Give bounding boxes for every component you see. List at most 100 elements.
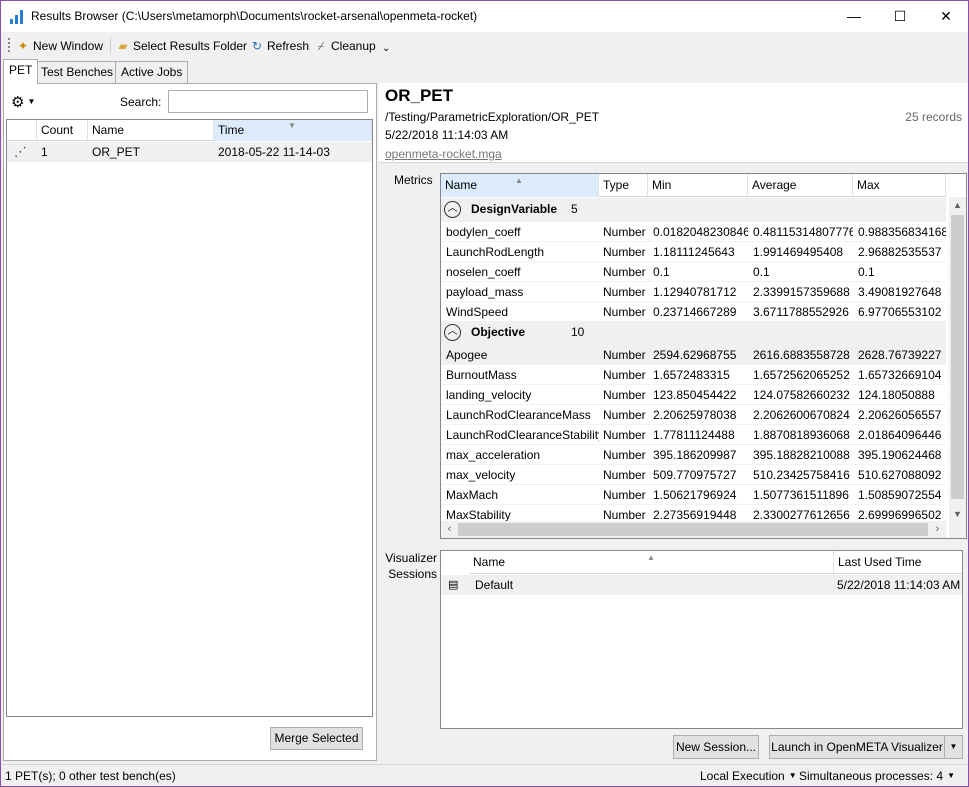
simultaneous-processes-dropdown[interactable]: Simultaneous processes: 4 ▼ — [799, 769, 955, 783]
column-header-time[interactable]: ▼ Time — [214, 120, 372, 141]
scroll-left-icon[interactable]: ‹ — [441, 521, 458, 538]
cell-max: 6.97706553102 — [858, 305, 942, 319]
table-row[interactable]: LaunchRodClearanceStability Number 1.778… — [441, 425, 946, 445]
toolbar-grip[interactable] — [8, 38, 11, 52]
sort-ascending-icon: ▲ — [647, 553, 655, 562]
table-row[interactable]: MaxMach Number 1.50621796924 1.507736151… — [441, 485, 946, 505]
chevron-down-icon: ▼ — [949, 742, 958, 751]
cell-min: 0.0182048230846 — [653, 225, 748, 239]
maximize-button[interactable]: ☐ — [877, 1, 923, 32]
search-label: Search: — [120, 95, 162, 109]
execution-mode-dropdown[interactable]: Local Execution ▼ — [700, 769, 797, 783]
group-header-design-variable[interactable]: ︿ DesignVariable 5 — [441, 198, 946, 222]
cell-type: Number — [603, 225, 646, 239]
tab-pet[interactable]: PET — [3, 59, 39, 84]
cell-average: 395.18828210088 — [753, 448, 850, 462]
tab-active-jobs[interactable]: Active Jobs — [115, 61, 189, 83]
cell-name: LaunchRodLength — [446, 245, 545, 259]
collapse-icon[interactable]: ︿ — [444, 201, 461, 218]
column-header-last-used[interactable]: Last Used Time — [834, 551, 962, 574]
table-row[interactable]: ▤ Default 5/22/2018 11:14:03 AM — [441, 575, 962, 595]
scroll-up-icon[interactable]: ▲ — [949, 197, 966, 214]
column-header-average[interactable]: Average — [748, 174, 853, 197]
search-input[interactable] — [168, 90, 368, 113]
cell-average: 0.48115314807776 — [753, 225, 853, 239]
new-window-icon: ✦ — [17, 39, 29, 53]
table-row[interactable]: noselen_coeff Number 0.1 0.1 0.1 — [441, 262, 946, 282]
visualizer-sessions-label: Visualizer Sessions — [382, 550, 437, 582]
cell-name: max_velocity — [446, 468, 516, 482]
table-row[interactable]: bodylen_coeff Number 0.0182048230846 0.4… — [441, 222, 946, 242]
chevron-down-icon: ▼ — [27, 97, 36, 106]
status-bar: 1 PET(s); 0 other test bench(es) Local E… — [1, 764, 968, 786]
table-row[interactable]: BurnoutMass Number 1.6572483315 1.657256… — [441, 365, 946, 385]
scrollbar-corner — [949, 521, 966, 538]
cell-min: 1.77811124488 — [653, 428, 735, 442]
toolbar-overflow-button[interactable]: ⌄ — [382, 39, 390, 59]
tab-test-benches[interactable]: Test Benches — [35, 61, 120, 83]
horizontal-scrollbar[interactable]: ‹ › — [441, 521, 946, 538]
new-session-button[interactable]: New Session... — [673, 735, 759, 759]
table-row[interactable]: landing_velocity Number 123.850454422 12… — [441, 385, 946, 405]
chevron-down-icon: ▼ — [947, 771, 955, 780]
vertical-scrollbar[interactable]: ▲ ▼ — [949, 197, 966, 523]
cell-average: 3.6711788552926 — [753, 305, 849, 319]
cell-average: 2616.6883558728 — [753, 348, 850, 362]
column-header-session-name[interactable]: ▲ Name — [469, 551, 834, 574]
column-header-min[interactable]: Min — [648, 174, 748, 197]
table-row[interactable]: max_velocity Number 509.770975727 510.23… — [441, 465, 946, 485]
cleanup-button[interactable]: ⌿ Cleanup — [313, 36, 375, 56]
project-file-link[interactable]: openmeta-rocket.mga — [385, 147, 502, 161]
pet-detail-pane: OR_PET /Testing/ParametricExploration/OR… — [379, 83, 968, 761]
pet-path: /Testing/ParametricExploration/OR_PET — [385, 110, 600, 124]
collapse-icon[interactable]: ︿ — [444, 324, 461, 341]
cell-name: payload_mass — [446, 285, 524, 299]
minimize-button[interactable]: — — [831, 1, 877, 32]
cell-max: 2.96882535537 — [858, 245, 942, 259]
metrics-label: Metrics — [394, 173, 433, 187]
pet-title: OR_PET — [385, 86, 454, 105]
settings-menu-button[interactable]: ⚙ ▼ — [11, 93, 35, 111]
scroll-right-icon[interactable]: › — [929, 521, 946, 538]
new-window-label: New Window — [33, 39, 104, 53]
column-header-metric-name[interactable]: ▲ Name — [441, 174, 599, 197]
column-header-name[interactable]: Name — [88, 120, 214, 141]
refresh-button[interactable]: ↻ Refresh — [249, 36, 309, 56]
table-row[interactable]: WindSpeed Number 0.23714667289 3.6711788… — [441, 302, 946, 322]
scrollbar-thumb[interactable] — [458, 523, 928, 536]
close-button[interactable]: ✕ — [923, 1, 969, 32]
new-window-button[interactable]: ✦ New Window — [15, 36, 103, 56]
cell-average: 1.6572562065252 — [753, 368, 850, 382]
table-row[interactable]: LaunchRodLength Number 1.18111245643 1.9… — [441, 242, 946, 262]
refresh-label: Refresh — [267, 39, 310, 53]
table-row[interactable]: ⋰ 1 OR_PET 2018-05-22 11-14-03 — [7, 142, 372, 162]
column-header-max[interactable]: Max — [853, 174, 946, 197]
cell-name: OR_PET — [92, 145, 141, 159]
table-row[interactable]: max_acceleration Number 395.186209987 39… — [441, 445, 946, 465]
select-results-folder-button[interactable]: ▰ Select Results Folder — [115, 36, 247, 56]
merge-selected-button[interactable]: Merge Selected — [270, 727, 363, 750]
group-header-objective[interactable]: ︿ Objective 10 — [441, 321, 946, 345]
launch-options-dropdown[interactable]: ▼ — [945, 735, 963, 759]
cell-time: 2018-05-22 11-14-03 — [218, 145, 330, 159]
pet-grid: Count Name ▼ Time ⋰ 1 OR_PET 2018-05-22 … — [6, 119, 373, 717]
sort-ascending-icon: ▲ — [515, 176, 523, 185]
table-row[interactable]: Apogee Number 2594.62968755 2616.6883558… — [441, 345, 946, 365]
cell-name: WindSpeed — [446, 305, 509, 319]
column-header-type[interactable]: Type — [599, 174, 648, 197]
group-name: DesignVariable — [471, 202, 558, 216]
cell-min: 1.50621796924 — [653, 488, 737, 502]
cell-count: 1 — [41, 145, 48, 159]
scrollbar-thumb[interactable] — [951, 215, 964, 499]
cell-min: 2594.62968755 — [653, 348, 737, 362]
records-count: 25 records — [905, 110, 962, 124]
cell-type: Number — [603, 368, 646, 382]
column-header-count[interactable]: Count — [37, 120, 88, 141]
scatter-plot-icon: ⋰ — [14, 144, 27, 159]
table-row[interactable]: payload_mass Number 1.12940781712 2.3399… — [441, 282, 946, 302]
cell-type: Number — [603, 408, 646, 422]
folder-icon: ▰ — [118, 39, 128, 53]
table-row[interactable]: LaunchRodClearanceMass Number 2.20625978… — [441, 405, 946, 425]
chevron-down-icon: ▼ — [788, 771, 797, 780]
launch-visualizer-button[interactable]: Launch in OpenMETA Visualizer — [769, 735, 945, 759]
